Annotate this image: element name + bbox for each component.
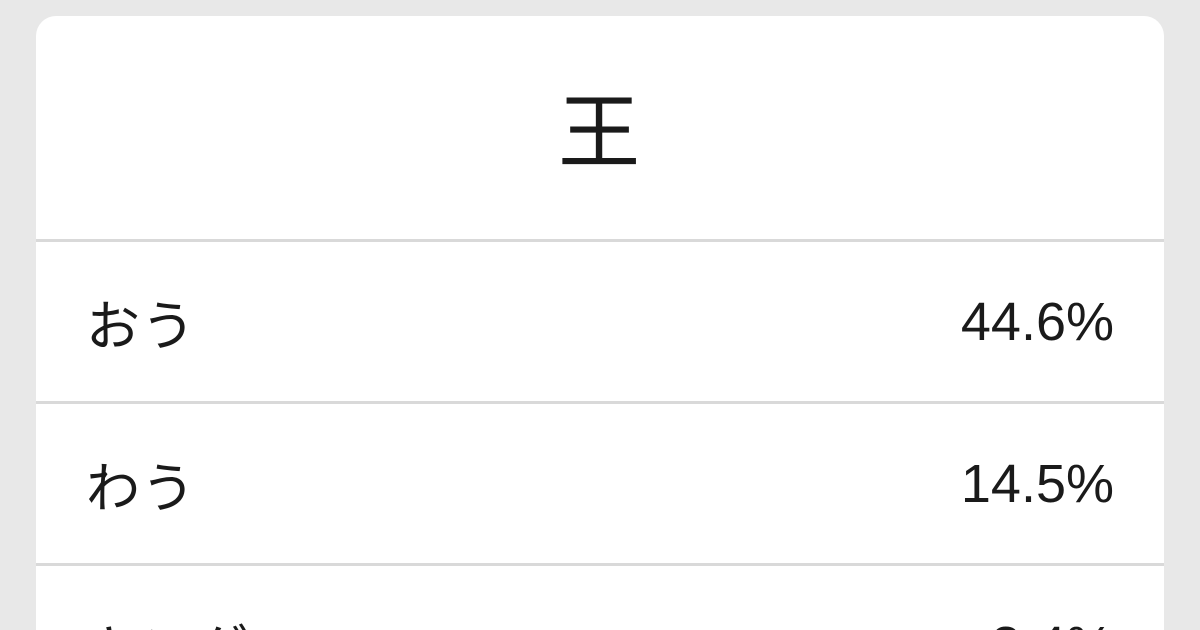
- reading-label: おう: [86, 282, 196, 361]
- kanji-heading: 王: [36, 16, 1164, 242]
- reading-percent: 14.5%: [961, 453, 1114, 515]
- reading-row[interactable]: わう 14.5%: [36, 404, 1164, 566]
- reading-row[interactable]: おう 44.6%: [36, 242, 1164, 404]
- reading-label: キング: [86, 606, 250, 630]
- reading-label: わう: [86, 444, 196, 523]
- reading-percent: 44.6%: [961, 291, 1114, 353]
- reading-percent: 8.4%: [991, 615, 1114, 630]
- readings-card: 王 おう 44.6% わう 14.5% キング 8.4%: [36, 16, 1164, 630]
- reading-row[interactable]: キング 8.4%: [36, 566, 1164, 630]
